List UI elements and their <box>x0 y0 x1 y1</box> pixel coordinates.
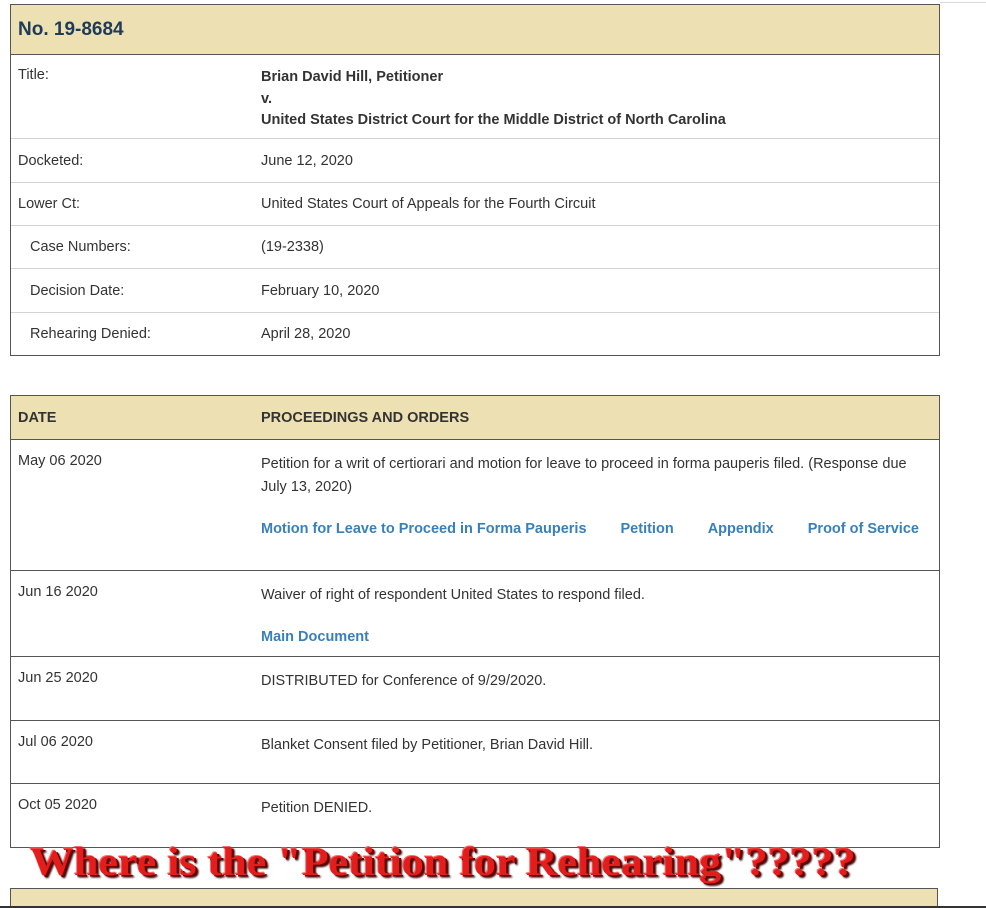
docketed-row: Docketed: June 12, 2020 <box>11 139 939 183</box>
docket-number: No. 19-8684 <box>11 5 939 55</box>
entry-date: Jul 06 2020 <box>18 734 93 750</box>
entry-description: Waiver of right of respondent United Sta… <box>261 587 645 603</box>
entry-date: Jun 16 2020 <box>18 584 98 600</box>
annotation-banner: Where is the "Petition for Rehearing"???… <box>30 838 856 884</box>
entry-date: May 06 2020 <box>18 453 102 469</box>
appendix-link[interactable]: Appendix <box>708 521 774 537</box>
decision-date-value: February 10, 2020 <box>261 282 380 299</box>
proceedings-header: DATE PROCEEDINGS AND ORDERS <box>11 396 939 440</box>
table-row: Jun 16 2020 Waiver of right of responden… <box>11 571 939 657</box>
ifp-motion-link[interactable]: Motion for Leave to Proceed in Forma Pau… <box>261 521 587 537</box>
entry-description: Blanket Consent filed by Petitioner, Bri… <box>261 737 594 753</box>
table-row: May 06 2020 Petition for a writ of certi… <box>11 440 939 571</box>
date-column-header: DATE <box>18 409 57 426</box>
respondent-name: United States District Court for the Mid… <box>261 112 726 128</box>
lower-court-label: Lower Ct: <box>18 196 81 212</box>
petition-link[interactable]: Petition <box>621 521 674 537</box>
entry-text: Petition for a writ of certiorari and mo… <box>261 440 939 570</box>
entry-links: Main Document <box>261 626 921 649</box>
entry-date: Jun 25 2020 <box>18 670 98 686</box>
decision-date-label: Decision Date: <box>30 282 125 299</box>
case-numbers-value: (19-2338) <box>261 239 324 255</box>
lower-court-value: United States Court of Appeals for the F… <box>261 196 596 212</box>
entry-text: Waiver of right of respondent United Sta… <box>261 571 939 656</box>
petitioner-name: Brian David Hill, Petitioner <box>261 69 444 85</box>
table-row: Jul 06 2020 Blanket Consent filed by Pet… <box>11 721 939 784</box>
top-divider <box>940 2 986 3</box>
rehearing-denied-row: Rehearing Denied: April 28, 2020 <box>11 313 939 355</box>
entry-description: Petition for a writ of certiorari and mo… <box>261 456 907 495</box>
proof-of-service-link[interactable]: Proof of Service <box>808 521 919 537</box>
decision-date-row: Decision Date: February 10, 2020 <box>11 269 939 313</box>
title-label: Title: <box>18 67 49 83</box>
case-numbers-label: Case Numbers: <box>30 239 131 255</box>
title-row: Title: Brian David Hill, Petitioner v. U… <box>11 55 939 139</box>
rehearing-denied-label: Rehearing Denied: <box>30 326 151 342</box>
entry-description: DISTRIBUTED for Conference of 9/29/2020. <box>261 673 547 689</box>
docketed-label: Docketed: <box>18 152 84 169</box>
rehearing-denied-value: April 28, 2020 <box>261 326 351 342</box>
table-row: Jun 25 2020 DISTRIBUTED for Conference o… <box>11 657 939 721</box>
main-document-link[interactable]: Main Document <box>261 629 369 645</box>
case-numbers-row: Case Numbers: (19-2338) <box>11 226 939 269</box>
docketed-value: June 12, 2020 <box>261 152 353 169</box>
proceedings-column-header: PROCEEDINGS AND ORDERS <box>261 409 470 426</box>
proceedings-table: DATE PROCEEDINGS AND ORDERS May 06 2020 … <box>10 395 940 848</box>
docket-info-table: No. 19-8684 Title: Brian David Hill, Pet… <box>10 4 940 356</box>
entry-links: Motion for Leave to Proceed in Forma Pau… <box>261 518 921 541</box>
lower-court-row: Lower Ct: United States Court of Appeals… <box>11 183 939 226</box>
versus: v. <box>261 90 273 107</box>
title-value: Brian David Hill, Petitioner v. United S… <box>261 67 939 138</box>
